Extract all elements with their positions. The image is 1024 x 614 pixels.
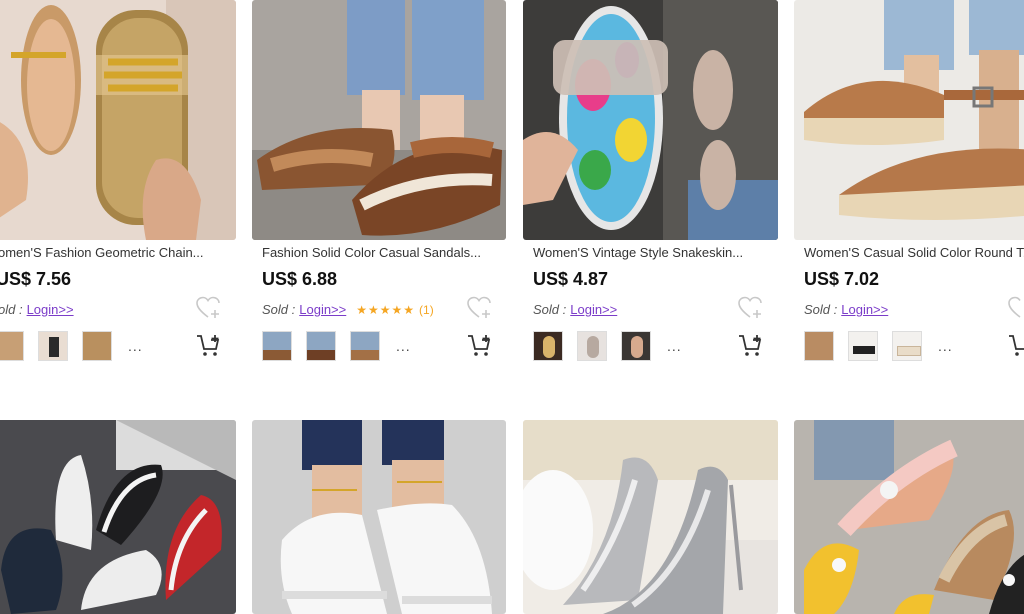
product-price: US$ 6.88 [262,269,338,289]
product-image-6[interactable] [252,420,506,614]
product-title[interactable]: Women'S Vintage Style Snakeskin... [533,245,773,260]
variant-thumbnail[interactable] [804,331,834,361]
wishlist-heart-icon[interactable] [467,296,493,320]
add-to-cart-icon[interactable] [1008,333,1024,359]
variant-thumbnail[interactable] [892,331,922,361]
more-variants-link[interactable]: ... [128,338,143,354]
sold-label: old : [0,302,23,317]
product-image-7[interactable] [523,420,778,614]
product-price: US$ 7.02 [804,269,880,289]
variant-thumbnail[interactable] [350,331,380,361]
wishlist-heart-icon[interactable] [196,296,222,320]
product-image-4[interactable] [794,0,1024,240]
wishlist-heart-icon[interactable] [1008,296,1024,320]
variant-thumbnails: ... [262,331,411,361]
sold-row: old : Login>> [0,302,74,317]
product-image-1[interactable] [0,0,236,240]
product-price: US$ 7.56 [0,269,72,289]
sold-row: Sold : Login>> [804,302,888,317]
rating-count[interactable]: (1) [419,303,434,317]
product-image-8[interactable] [794,420,1024,614]
product-image-3[interactable] [523,0,778,240]
product-title[interactable]: Women'S Casual Solid Color Round T... [804,245,1024,260]
product-price: US$ 4.87 [533,269,609,289]
variant-thumbnails: ... [0,331,143,361]
product-image-2[interactable] [252,0,506,240]
sold-label: Sold : [262,302,296,317]
login-link[interactable]: Login>> [570,302,617,317]
sold-label: Sold : [533,302,567,317]
login-link[interactable]: Login>> [841,302,888,317]
product-image-5[interactable] [0,420,236,614]
rating-stars: ★★★★★ [356,302,416,317]
more-variants-link[interactable]: ... [667,338,682,354]
variant-thumbnails: ... [533,331,682,361]
sold-row: Sold : Login>> [533,302,617,317]
product-title[interactable]: omen'S Fashion Geometric Chain... [0,245,234,260]
variant-thumbnail[interactable] [621,331,651,361]
add-to-cart-icon[interactable] [738,333,764,359]
variant-thumbnail[interactable] [533,331,563,361]
product-title[interactable]: Fashion Solid Color Casual Sandals... [262,245,502,260]
more-variants-link[interactable]: ... [396,338,411,354]
variant-thumbnail[interactable] [38,331,68,361]
login-link[interactable]: Login>> [27,302,74,317]
add-to-cart-icon[interactable] [196,333,222,359]
login-link[interactable]: Login>> [299,302,346,317]
variant-thumbnails: ... [804,331,953,361]
more-variants-link[interactable]: ... [938,338,953,354]
variant-thumbnail[interactable] [0,331,24,361]
sold-row: Sold : Login>> ★★★★★ (1) [262,302,434,317]
variant-thumbnail[interactable] [848,331,878,361]
wishlist-heart-icon[interactable] [738,296,764,320]
variant-thumbnail[interactable] [577,331,607,361]
variant-thumbnail[interactable] [262,331,292,361]
variant-thumbnail[interactable] [82,331,112,361]
sold-label: Sold : [804,302,838,317]
add-to-cart-icon[interactable] [467,333,493,359]
variant-thumbnail[interactable] [306,331,336,361]
